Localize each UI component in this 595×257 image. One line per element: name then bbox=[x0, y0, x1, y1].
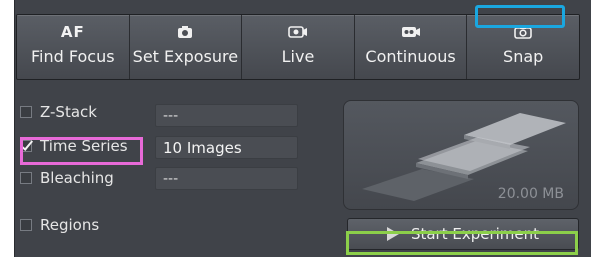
find-focus-button[interactable]: AF Find Focus bbox=[17, 15, 130, 79]
start-experiment-button[interactable]: Start Experiment bbox=[347, 218, 579, 250]
z-stack-option[interactable]: Z-Stack bbox=[20, 103, 97, 121]
regions-label: Regions bbox=[40, 216, 100, 234]
acquisition-toolbar: AF Find Focus Set Exposure Live Continuo… bbox=[16, 14, 580, 80]
live-camera-icon bbox=[288, 19, 308, 45]
bleaching-field[interactable]: --- bbox=[155, 167, 298, 190]
set-exposure-button[interactable]: Set Exposure bbox=[130, 15, 243, 79]
data-size-preview: 20.00 MB bbox=[343, 100, 579, 210]
set-exposure-label: Set Exposure bbox=[132, 47, 239, 66]
start-experiment-label: Start Experiment bbox=[410, 225, 540, 243]
continuous-label: Continuous bbox=[365, 47, 456, 66]
bleaching-checkbox[interactable] bbox=[20, 172, 32, 184]
z-stack-checkbox[interactable] bbox=[20, 106, 32, 118]
snap-camera-icon bbox=[514, 19, 532, 45]
bleaching-option[interactable]: Bleaching bbox=[20, 169, 114, 187]
regions-option[interactable]: Regions bbox=[20, 216, 99, 234]
play-icon bbox=[386, 227, 399, 241]
af-icon: AF bbox=[60, 23, 85, 41]
time-series-label: Time Series bbox=[40, 137, 128, 155]
camera-icon bbox=[177, 19, 193, 45]
live-label: Live bbox=[281, 47, 315, 66]
find-focus-label: Find Focus bbox=[31, 47, 115, 66]
continuous-camera-icon bbox=[401, 19, 421, 45]
continuous-button[interactable]: Continuous bbox=[355, 15, 468, 79]
live-button[interactable]: Live bbox=[242, 15, 355, 79]
z-stack-field[interactable]: --- bbox=[155, 104, 298, 127]
snap-label: Snap bbox=[503, 47, 544, 66]
bleaching-label: Bleaching bbox=[40, 169, 114, 187]
time-series-checkbox[interactable] bbox=[20, 140, 32, 152]
regions-checkbox[interactable] bbox=[20, 219, 32, 231]
z-stack-label: Z-Stack bbox=[40, 103, 97, 121]
data-size-label: 20.00 MB bbox=[497, 186, 564, 202]
time-series-option[interactable]: Time Series bbox=[20, 137, 128, 155]
time-series-field[interactable]: 10 Images bbox=[155, 136, 298, 159]
snap-button[interactable]: Snap bbox=[467, 15, 579, 79]
